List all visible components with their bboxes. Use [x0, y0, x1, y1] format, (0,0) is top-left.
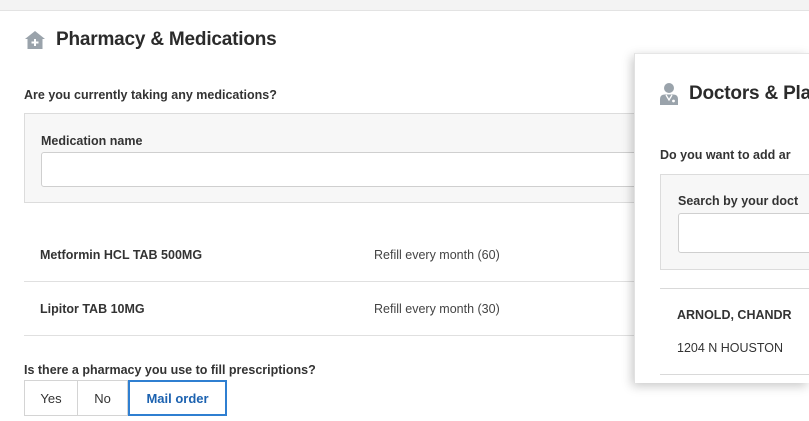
- medication-refill: Refill every month (60): [374, 247, 500, 262]
- medication-refill: Refill every month (30): [374, 301, 500, 316]
- divider: [660, 374, 809, 375]
- pharmacy-title: Pharmacy & Medications: [56, 29, 277, 50]
- medications-question: Are you currently taking any medications…: [24, 88, 277, 102]
- doctor-result-name[interactable]: ARNOLD, CHANDR: [677, 308, 792, 322]
- option-yes-button[interactable]: Yes: [24, 380, 78, 416]
- pharmacy-header: Pharmacy & Medications: [24, 29, 277, 51]
- medication-search-box: Medication name: [24, 113, 644, 203]
- doctor-result-address: 1204 N HOUSTON: [677, 341, 784, 355]
- doctors-header: Doctors & Pla: [659, 82, 809, 106]
- doctor-search-box: Search by your doct: [660, 174, 809, 270]
- home-plus-icon: [24, 29, 46, 51]
- medication-name: Metformin HCL TAB 500MG: [40, 247, 203, 262]
- medication-name: Lipitor TAB 10MG: [40, 301, 145, 316]
- option-no-button[interactable]: No: [78, 380, 128, 416]
- page: Pharmacy & Medications Are you currently…: [0, 0, 809, 421]
- doctors-question: Do you want to add ar: [660, 148, 791, 162]
- option-mail-order-button[interactable]: Mail order: [128, 380, 227, 416]
- doctor-search-input[interactable]: [678, 213, 809, 253]
- medication-row[interactable]: Metformin HCL TAB 500MG Refill every mon…: [24, 228, 644, 282]
- pharmacy-option-group: Yes No Mail order: [24, 380, 227, 416]
- divider: [660, 288, 809, 289]
- medication-name-label: Medication name: [41, 134, 143, 148]
- medication-row[interactable]: Lipitor TAB 10MG Refill every month (30): [24, 282, 644, 336]
- doctors-panel: Doctors & Pla Do you want to add ar Sear…: [634, 53, 809, 383]
- pharmacy-question: Is there a pharmacy you use to fill pres…: [24, 363, 316, 377]
- doctors-title: Doctors & Pla: [689, 83, 809, 104]
- medication-name-input[interactable]: [41, 152, 641, 187]
- doctor-search-label: Search by your doct: [678, 194, 799, 208]
- doctor-icon: [659, 82, 679, 106]
